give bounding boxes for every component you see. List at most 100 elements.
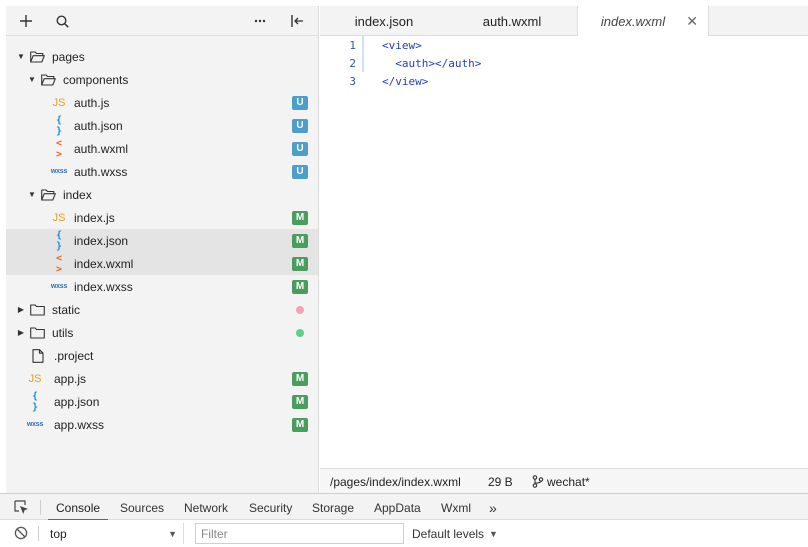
folder-item[interactable]: ▼ index	[6, 183, 318, 206]
folder-item[interactable]: ▼ components	[6, 68, 318, 91]
chevron-right-icon[interactable]: ▶	[16, 305, 26, 315]
git-branch[interactable]: wechat*	[532, 469, 590, 494]
folder-open-icon	[41, 188, 56, 201]
code-text: <auth></auth>	[382, 57, 482, 70]
file-label: auth.wxml	[74, 141, 129, 156]
line-number: 1	[349, 39, 356, 52]
inspect-element-button[interactable]	[14, 494, 34, 521]
tab-label: index.wxml	[600, 14, 666, 29]
file-item[interactable]: JS app.js M	[6, 367, 318, 390]
editor-tab-bar: index.json auth.wxml index.wxml ✕	[320, 6, 808, 37]
ellipsis-icon	[254, 19, 266, 23]
js-file-icon: JS	[52, 211, 66, 224]
wxml-file-icon: < >	[55, 252, 63, 275]
file-label: app.js	[54, 371, 87, 386]
context-selector[interactable]: top ▼	[42, 523, 184, 544]
folder-item[interactable]: ▶ utils	[6, 321, 318, 344]
chevron-right-icon[interactable]: ▶	[16, 328, 26, 338]
file-item[interactable]: < > index.wxml M	[6, 252, 318, 275]
chevron-down-icon[interactable]: ▼	[27, 190, 37, 200]
wxss-file-icon: wxss	[50, 283, 68, 290]
clear-console-button[interactable]	[14, 526, 30, 542]
wxss-file-icon: wxss	[26, 421, 44, 428]
folder-label: components	[63, 72, 129, 87]
console-toolbar: top ▼ Default levels ▼	[0, 520, 808, 547]
code-line-1: <view>	[382, 39, 422, 52]
code-line-3: </view>	[382, 75, 428, 88]
close-icon[interactable]: ✕	[686, 13, 698, 30]
toolbar-divider	[38, 526, 39, 541]
log-levels-dropdown[interactable]: Default levels ▼	[412, 523, 498, 544]
file-item[interactable]: .project	[6, 344, 318, 367]
tab-security[interactable]: Security	[249, 494, 292, 521]
file-label: auth.js	[74, 95, 110, 110]
git-status-badge: M	[292, 371, 308, 386]
toolbar-divider	[40, 500, 41, 515]
file-label: .project	[54, 348, 94, 363]
search-button[interactable]	[50, 6, 74, 36]
more-button[interactable]	[248, 6, 272, 36]
git-status-badge: M	[292, 394, 308, 409]
file-item[interactable]: wxss app.wxss M	[6, 413, 318, 436]
tab-storage[interactable]: Storage	[312, 494, 354, 521]
file-item[interactable]: { } auth.json U	[6, 114, 318, 137]
tab-sources[interactable]: Sources	[120, 494, 164, 521]
file-label: app.wxss	[54, 417, 105, 432]
file-label: index.wxss	[74, 279, 133, 294]
tab-wxml[interactable]: Wxml	[441, 494, 471, 521]
caret-down-icon: ▼	[168, 528, 177, 539]
folder-item[interactable]: ▶ static	[6, 298, 318, 321]
branch-name: wechat*	[547, 474, 590, 489]
search-icon	[55, 14, 69, 28]
chevron-down-icon[interactable]: ▼	[27, 75, 37, 85]
folder-label: utils	[52, 325, 74, 340]
json-file-icon: { }	[55, 114, 63, 137]
collapse-all-button[interactable]	[285, 6, 309, 36]
file-item[interactable]: { } app.json M	[6, 390, 318, 413]
tab-index-wxml[interactable]: index.wxml ✕	[577, 6, 709, 37]
folder-item[interactable]: ▼ pages	[6, 45, 318, 68]
context-value: top	[50, 526, 67, 541]
file-item[interactable]: { } index.json M	[6, 229, 318, 252]
add-file-button[interactable]	[14, 6, 38, 36]
git-status-badge: M	[292, 233, 308, 248]
block-icon	[14, 526, 28, 540]
file-label: auth.json	[74, 118, 123, 133]
chevron-down-icon[interactable]: ▼	[16, 52, 26, 62]
git-status-badge: M	[292, 210, 308, 225]
more-tabs-button[interactable]: »	[489, 494, 497, 521]
code-editor[interactable]: 1 <view> 2 <auth></auth> 3 </view>	[320, 36, 808, 468]
git-status-badge: U	[292, 141, 308, 156]
git-status-badge: U	[292, 164, 308, 179]
caret-down-icon: ▼	[489, 528, 498, 539]
file-label: app.json	[54, 394, 100, 409]
line-number: 2	[349, 57, 356, 70]
filter-input[interactable]	[195, 523, 404, 544]
file-item[interactable]: < > auth.wxml U	[6, 137, 318, 160]
tab-console[interactable]: Console	[47, 494, 109, 521]
folder-icon	[30, 326, 45, 339]
js-file-icon: JS	[52, 96, 66, 109]
json-file-icon: { }	[55, 229, 63, 252]
file-label: index.json	[74, 233, 129, 248]
folder-open-icon	[30, 50, 45, 63]
tab-index-json[interactable]: index.json	[320, 6, 448, 36]
wxss-file-icon: wxss	[50, 168, 68, 175]
tab-label: auth.wxml	[482, 13, 542, 29]
file-item[interactable]: wxss auth.wxss U	[6, 160, 318, 183]
tab-appdata[interactable]: AppData	[374, 494, 421, 521]
git-status-badge: U	[292, 95, 308, 110]
file-item[interactable]: JS auth.js U	[6, 91, 318, 114]
indent-guide	[362, 36, 364, 72]
devtools-tab-bar: Console Sources Network Security Storage…	[0, 493, 808, 521]
status-bar: /pages/index/index.wxml 29 B wechat*	[320, 468, 808, 493]
line-number: 3	[349, 75, 356, 88]
file-explorer: ▼ pages ▼ components JS auth.js U { } auth.json U…	[6, 6, 319, 493]
git-branch-icon	[532, 475, 544, 488]
tab-auth-wxml[interactable]: auth.wxml	[448, 6, 576, 36]
wxml-file-icon: < >	[55, 137, 63, 160]
file-item[interactable]: wxss index.wxss M	[6, 275, 318, 298]
tab-network[interactable]: Network	[184, 494, 228, 521]
folder-open-icon	[41, 73, 56, 86]
file-item[interactable]: JS index.js M	[6, 206, 318, 229]
